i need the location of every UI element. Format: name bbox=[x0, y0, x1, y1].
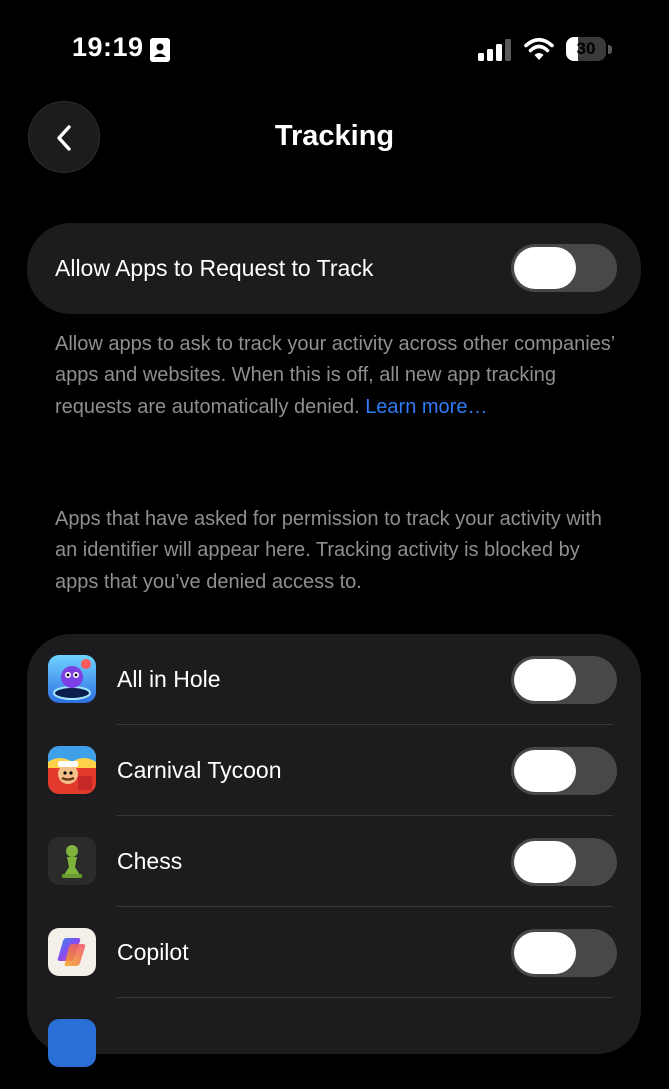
id-card-icon bbox=[150, 38, 170, 62]
allow-tracking-label: Allow Apps to Request to Track bbox=[55, 255, 374, 281]
learn-more-link[interactable]: Learn more… bbox=[365, 396, 487, 418]
app-name: All in Hole bbox=[117, 666, 221, 692]
app-name: Chess bbox=[117, 848, 183, 874]
app-row-carnival-tycoon: Carnival Tycoon bbox=[27, 725, 641, 816]
battery-percent: 30 bbox=[576, 39, 596, 58]
page-title: Tracking bbox=[274, 120, 395, 152]
status-bar: 19:19 30 bbox=[0, 0, 669, 100]
tracking-description: Allow apps to ask to track your activity… bbox=[55, 329, 625, 423]
app-name: Carnival Tycoon bbox=[117, 757, 282, 783]
chess-app-icon bbox=[48, 837, 96, 885]
cellular-signal-icon bbox=[478, 39, 511, 61]
toggle-knob bbox=[514, 247, 576, 289]
copilot-app-icon bbox=[48, 928, 96, 976]
app-toggle-all-in-hole[interactable] bbox=[511, 656, 617, 704]
app-name: Copilot bbox=[117, 939, 189, 965]
toggle-knob bbox=[514, 932, 576, 974]
carnival-tycoon-app-icon bbox=[48, 746, 96, 794]
app-row-chess: Chess bbox=[27, 816, 641, 907]
tracking-info-text: Apps that have asked for permission to t… bbox=[55, 508, 602, 593]
allow-tracking-row: Allow Apps to Request to Track bbox=[27, 223, 641, 314]
toggle-knob bbox=[514, 659, 576, 701]
app-toggle-chess[interactable] bbox=[511, 838, 617, 886]
app-list: All in Hole Carnival Tycoon Chess Copilo… bbox=[27, 634, 641, 1067]
wifi-icon bbox=[524, 37, 554, 60]
app-toggle-carnival-tycoon[interactable] bbox=[511, 747, 617, 795]
app-toggle-copilot[interactable] bbox=[511, 929, 617, 977]
app-icon bbox=[48, 1019, 96, 1067]
app-row-copilot: Copilot bbox=[27, 907, 641, 998]
battery-icon: 30 bbox=[566, 37, 614, 63]
allow-tracking-toggle[interactable] bbox=[511, 244, 617, 292]
status-time: 19:19 bbox=[72, 32, 144, 62]
toggle-knob bbox=[514, 750, 576, 792]
allow-tracking-card: Allow Apps to Request to Track bbox=[27, 223, 641, 314]
app-row-all-in-hole: All in Hole bbox=[27, 634, 641, 725]
tracking-description-text: Allow apps to ask to track your activity… bbox=[55, 333, 615, 418]
app-row-partial bbox=[27, 998, 641, 1089]
all-in-hole-app-icon bbox=[48, 655, 96, 703]
toggle-knob bbox=[514, 841, 576, 883]
